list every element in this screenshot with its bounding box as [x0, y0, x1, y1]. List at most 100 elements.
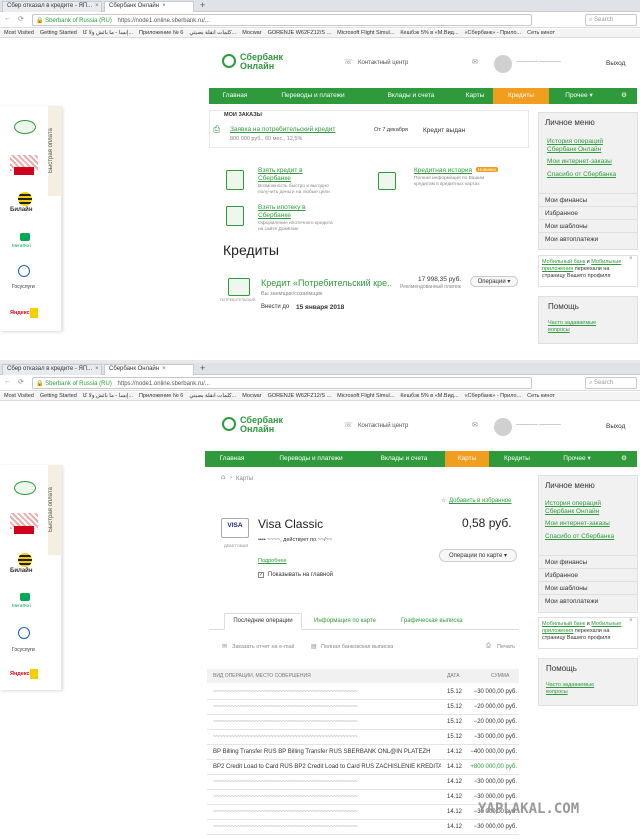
- spasibo-link[interactable]: Спасибо от Сбербанка: [547, 171, 616, 178]
- nav-other[interactable]: Прочее ▾: [549, 88, 609, 104]
- nav-credits[interactable]: Кредиты: [489, 451, 545, 467]
- close-icon[interactable]: ×: [95, 3, 99, 9]
- table-row[interactable]: ~~~~~~~~~~~~~~~~~~~~~~~~~~~~~~~~~~~~~~~~…: [207, 790, 519, 805]
- internet-orders-link[interactable]: Мои интернет-заказы: [545, 520, 610, 527]
- credit-name-link[interactable]: Кредит «Потребительский кре...: [261, 278, 393, 288]
- contact-center-link[interactable]: Контактный центр: [358, 60, 408, 66]
- bookmark-item[interactable]: Кешбэк 5% в «М.Вид...: [400, 392, 458, 399]
- order-title-link[interactable]: Заявка на потребительский кредит: [230, 126, 335, 133]
- bookmark-item[interactable]: Мосwar: [242, 392, 261, 399]
- full-statement-link[interactable]: Полная банковская выписка: [321, 644, 393, 650]
- close-icon[interactable]: ×: [95, 366, 99, 372]
- faq-link[interactable]: Часто задаваемые вопросы: [546, 682, 608, 696]
- beeline-icon[interactable]: [18, 553, 32, 567]
- nav-credits[interactable]: Кредиты: [493, 88, 549, 104]
- menu-autopay[interactable]: Мои автоплатежи: [539, 594, 637, 607]
- back-icon[interactable]: ←: [4, 378, 11, 385]
- bookmark-item[interactable]: إنسا - ما بائش ولا كا...: [83, 392, 133, 399]
- reload-icon[interactable]: ⟳: [18, 378, 24, 386]
- bookmark-item[interactable]: كلمات انقلة بصيتي...: [189, 29, 236, 36]
- table-row[interactable]: BP Billing Transfer RUS BP Billing Trans…: [207, 745, 519, 760]
- tab-card-info[interactable]: Информация по карте: [314, 618, 376, 624]
- nav-transfers[interactable]: Переводы и платежи: [259, 451, 363, 467]
- megafon-icon[interactable]: [20, 233, 30, 241]
- details-link[interactable]: Подробнее: [258, 558, 287, 564]
- table-row[interactable]: ~~~~~~~~~~~~~~~~~~~~~~~~~~~~~~~~~~~~~~~~…: [207, 775, 519, 790]
- mail-icon[interactable]: ✉: [472, 58, 478, 66]
- table-row[interactable]: ~~~~~~~~~~~~~~~~~~~~~~~~~~~~~~~~~~~~~~~~…: [207, 805, 519, 820]
- yandex-label[interactable]: Яндекс: [10, 310, 30, 316]
- avatar[interactable]: [494, 418, 512, 436]
- browser-tab-active[interactable]: Сбербанк Онлайн ×: [104, 1, 194, 12]
- table-row[interactable]: BP2 Credit Load to Card RUS BP2 Credit L…: [207, 760, 519, 775]
- menu-autopay[interactable]: Мои автоплатежи: [539, 232, 637, 245]
- offer-mortgage-link[interactable]: Взять ипотеку в Сбербанке: [258, 204, 318, 220]
- faq-link[interactable]: Часто задаваемые вопросы: [548, 320, 610, 334]
- tab-graphic-statement[interactable]: Графическая выписка: [401, 618, 463, 624]
- menu-templates[interactable]: Мои шаблоны: [539, 581, 637, 594]
- table-row[interactable]: ~~~~~~~~~~~~~~~~~~~~~~~~~~~~~~~~~~~~~~~~…: [207, 715, 519, 730]
- nav-deposits[interactable]: Вклады и счета: [363, 451, 445, 467]
- order-report-link[interactable]: Заказать отчет на e-mail: [232, 644, 294, 650]
- close-icon[interactable]: ×: [629, 256, 633, 262]
- nav-transfers[interactable]: Переводы и платежи: [261, 88, 365, 104]
- print-link[interactable]: Печать: [497, 644, 515, 650]
- home-icon[interactable]: ⌂: [221, 474, 225, 481]
- bookmark-item[interactable]: Most Visited: [4, 29, 34, 36]
- beeline-icon[interactable]: [18, 192, 32, 206]
- address-bar[interactable]: 🔒 Sberbank of Russia (RU) https://node1.…: [32, 14, 532, 26]
- gosuslugi-icon[interactable]: [18, 265, 30, 277]
- show-on-main-checkbox[interactable]: ✓: [258, 572, 264, 578]
- bookmark-item[interactable]: Мосwar: [242, 29, 261, 36]
- bookmark-item[interactable]: «Сбербанк» - Прило...: [464, 392, 521, 399]
- nav-cards[interactable]: Карты: [445, 451, 489, 467]
- close-icon[interactable]: ×: [162, 3, 166, 9]
- spasibo-link[interactable]: Спасибо от Сбербанка: [545, 533, 614, 540]
- nav-home[interactable]: Главная: [205, 451, 259, 467]
- gosuslugi-icon[interactable]: [18, 627, 30, 639]
- bookmark-item[interactable]: Getting Started: [40, 29, 77, 36]
- nav-other[interactable]: Прочее ▾: [545, 451, 609, 467]
- bookmark-item[interactable]: Microsoft Flight Simul...: [337, 392, 394, 399]
- table-row[interactable]: ~~~~~~~~~~~~~~~~~~~~~~~~~~~~~~~~~~~~~~~~…: [207, 685, 519, 700]
- bookmark-item[interactable]: Сеть кинот: [527, 392, 555, 399]
- gear-icon[interactable]: ⚙: [613, 88, 635, 104]
- quickpay-tab[interactable]: Быстрая оплата: [48, 106, 62, 196]
- nav-cards[interactable]: Карты: [457, 88, 493, 104]
- table-row[interactable]: ~~~~~~~~~~~~~~~~~~~~~~~~~~~~~~~~~~~~~~~~…: [207, 820, 519, 835]
- credit-operations-button[interactable]: Операции ▾: [470, 276, 518, 287]
- menu-favorites[interactable]: Избранное: [539, 206, 637, 219]
- bookmark-item[interactable]: Microsoft Flight Simul...: [337, 29, 394, 36]
- close-icon[interactable]: ×: [162, 366, 166, 372]
- reload-icon[interactable]: ⟳: [18, 15, 24, 23]
- menu-finances[interactable]: Мои финансы: [539, 555, 637, 568]
- add-favorite-link[interactable]: Добавить в избранное: [449, 498, 511, 504]
- offer-credit-link[interactable]: Взять кредит в Сбербанке: [258, 167, 318, 183]
- breadcrumb[interactable]: Карты: [236, 476, 253, 482]
- quickpay-tab[interactable]: Быстрая оплата: [48, 465, 62, 555]
- history-link[interactable]: История операций Сбербанк Онлайн: [547, 138, 627, 154]
- bookmark-item[interactable]: Сеть кинот: [527, 29, 555, 36]
- new-tab-icon[interactable]: +: [200, 363, 205, 373]
- card-operations-button[interactable]: Операции по карте ▾: [439, 549, 517, 562]
- bookmark-item[interactable]: GORENJE W62FZ12/S ...: [268, 392, 332, 399]
- browser-tab[interactable]: Сбер отказал в кредите - ЯП... ×: [2, 1, 102, 12]
- mobile-icon[interactable]: [14, 481, 36, 495]
- logout-link[interactable]: Выход: [606, 423, 625, 430]
- mobile-icon[interactable]: [14, 120, 36, 134]
- menu-finances[interactable]: Мои финансы: [539, 193, 637, 206]
- tab-recent-operations[interactable]: Последние операции: [224, 613, 302, 630]
- nav-deposits[interactable]: Вклады и счета: [365, 88, 457, 104]
- browser-tab[interactable]: Сбер отказал в кредите - ЯП... ×: [2, 364, 102, 375]
- mobile-bank-link[interactable]: Мобильный банк: [542, 259, 585, 265]
- avatar[interactable]: [494, 55, 512, 73]
- bookmark-item[interactable]: Кешбэк 5% в «М.Вид...: [400, 29, 458, 36]
- internet-orders-link[interactable]: Мои интернет-заказы: [547, 158, 612, 165]
- bookmark-item[interactable]: إنسا - ما بائش ولا كا...: [83, 29, 133, 36]
- bookmark-item[interactable]: Most Visited: [4, 392, 34, 399]
- nav-home[interactable]: Главная: [209, 88, 261, 104]
- table-row[interactable]: ~~~~~~~~~~~~~~~~~~~~~~~~~~~~~~~~~~~~~~~~…: [207, 730, 519, 745]
- mobile-bank-link[interactable]: Мобильный банк: [542, 621, 585, 627]
- history-link[interactable]: История операций Сбербанк Онлайн: [545, 500, 625, 516]
- menu-templates[interactable]: Мои шаблоны: [539, 219, 637, 232]
